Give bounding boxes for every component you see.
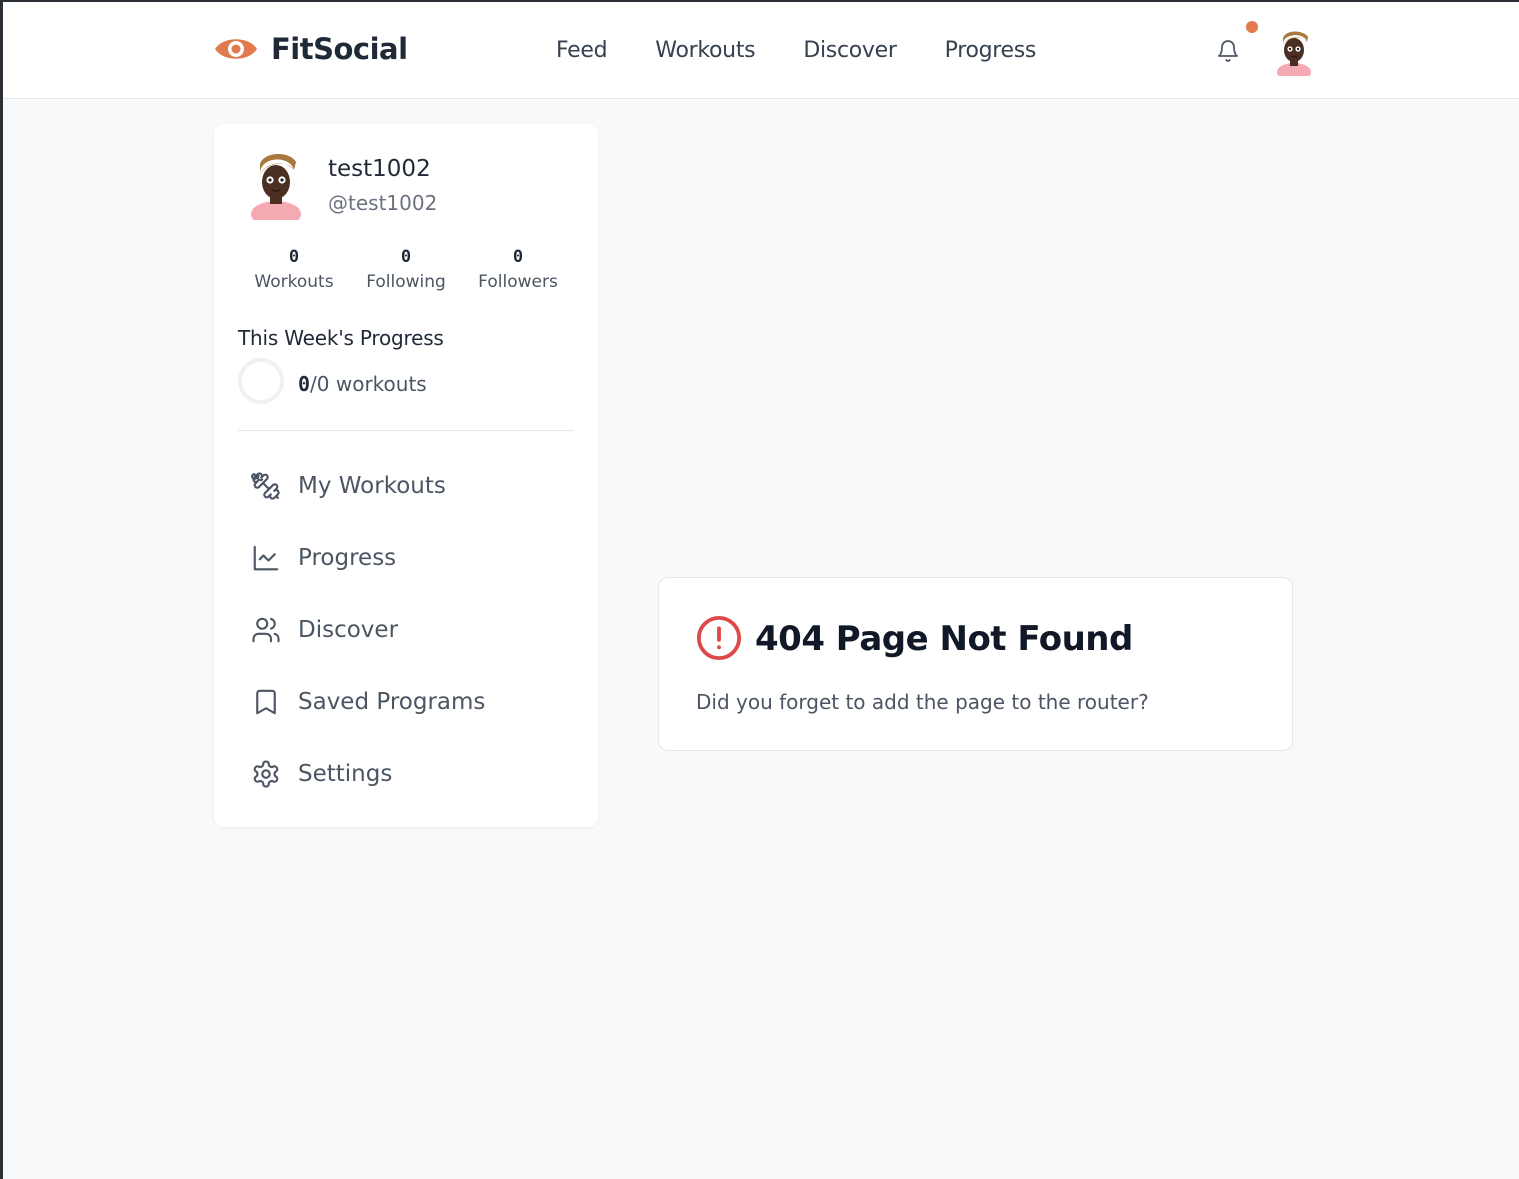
sidebar-item-settings[interactable]: Settings: [238, 746, 574, 802]
profile-handle: @test1002: [328, 191, 438, 215]
weekly-progress-ring: [238, 358, 284, 404]
alert-circle-icon: [696, 615, 742, 661]
bookmark-icon: [250, 686, 282, 718]
sidebar-item-my-workouts[interactable]: My Workouts: [238, 458, 574, 514]
stat-value: 0: [288, 247, 300, 267]
sidebar-item-label: My Workouts: [298, 473, 446, 499]
profile-avatar[interactable]: [248, 150, 304, 220]
sidebar-item-discover[interactable]: Discover: [238, 602, 574, 658]
not-found-card: 404 Page Not Found Did you forget to add…: [658, 577, 1293, 751]
stat-label: Workouts: [254, 272, 334, 292]
header-avatar[interactable]: [1274, 28, 1314, 76]
app-name: FitSocial: [271, 32, 408, 66]
stat-value: 0: [400, 247, 412, 267]
stat-workouts[interactable]: 0 Workouts: [244, 247, 344, 292]
nav-progress[interactable]: Progress: [945, 38, 1037, 63]
sidebar-item-label: Saved Programs: [298, 689, 486, 715]
sidebar-item-label: Discover: [298, 617, 399, 643]
weekly-progress-completed: 0: [298, 372, 311, 396]
sidebar-item-label: Settings: [298, 761, 393, 787]
eye-logo-icon: [215, 39, 257, 59]
users-icon: [250, 614, 282, 646]
sidebar-item-label: Progress: [298, 545, 397, 571]
sidebar-item-progress[interactable]: Progress: [238, 530, 574, 586]
bell-icon[interactable]: [1216, 38, 1240, 64]
nav-workouts[interactable]: Workouts: [655, 38, 755, 63]
nav-discover[interactable]: Discover: [803, 38, 897, 63]
stat-value: 0: [512, 247, 524, 267]
profile-sidebar: test1002 @test1002 0 Workouts 0 Followin…: [214, 124, 598, 827]
weekly-progress-title: This Week's Progress: [238, 326, 444, 350]
error-title: 404 Page Not Found: [755, 619, 1133, 659]
stat-following[interactable]: 0 Following: [356, 247, 456, 292]
sidebar-item-saved-programs[interactable]: Saved Programs: [238, 674, 574, 730]
notification-dot: [1246, 21, 1258, 33]
line-chart-icon: [250, 542, 282, 574]
top-header: FitSocial Feed Workouts Discover Progres…: [3, 2, 1519, 99]
logo[interactable]: FitSocial: [213, 32, 408, 66]
nav-feed[interactable]: Feed: [556, 38, 608, 63]
weekly-progress-suffix: /0 workouts: [310, 372, 427, 396]
stat-label: Followers: [478, 272, 558, 292]
stat-followers[interactable]: 0 Followers: [468, 247, 568, 292]
app-window: FitSocial Feed Workouts Discover Progres…: [0, 0, 1519, 1179]
error-message: Did you forget to add the page to the ro…: [696, 690, 1149, 714]
main-nav: Feed Workouts Discover Progress: [556, 38, 1084, 63]
gear-icon: [250, 758, 282, 790]
dumbbell-icon: [250, 470, 282, 502]
weekly-progress-text: 0/0 workouts: [298, 372, 427, 396]
sidebar-divider: [238, 430, 574, 431]
stat-label: Following: [366, 272, 446, 292]
profile-username: test1002: [328, 156, 431, 182]
